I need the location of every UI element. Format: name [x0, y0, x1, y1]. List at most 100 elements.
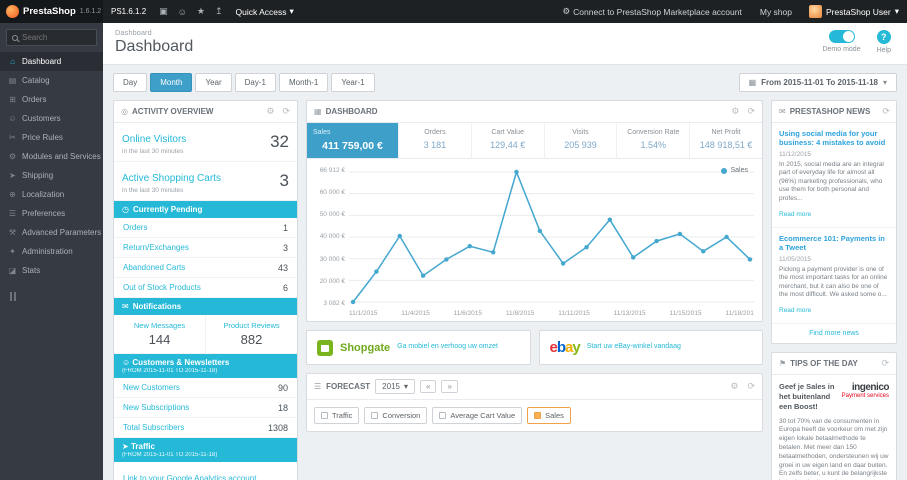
kpi-tile[interactable]: Net Profit 148 918,51 €: [690, 123, 762, 158]
shopgate-ad-link[interactable]: Ga mobiel en verhoog uw omzet: [397, 343, 498, 352]
forecast-prev-button[interactable]: «: [419, 380, 437, 393]
row-link[interactable]: Orders: [123, 223, 147, 232]
google-analytics-link[interactable]: Link to your Google Analytics account: [123, 474, 256, 480]
sidebar: ⌂ Dashboard ▤ Catalog ⊞ Orders ☺ Custome…: [0, 23, 103, 480]
sidebar-item[interactable]: ➤ Shipping: [0, 166, 103, 185]
find-more-news-link[interactable]: Find more news: [772, 324, 896, 343]
period-button[interactable]: Day-1: [234, 73, 276, 92]
kpi-tile[interactable]: Conversion Rate 1.54%: [617, 123, 691, 158]
refresh-icon[interactable]: ⟳: [747, 106, 755, 117]
sidebar-item[interactable]: ✦ Administration: [0, 242, 103, 261]
kpi-label: Cart Value: [491, 129, 524, 136]
sidebar-item-label: Administration: [22, 247, 73, 256]
chart-legend[interactable]: Sales: [721, 167, 748, 174]
page-header: Dashboard Dashboard Demo mode ? Help: [103, 23, 907, 65]
row-link[interactable]: Return/Exchanges: [123, 243, 189, 252]
read-more-link[interactable]: Read more: [779, 211, 811, 218]
upload-icon[interactable]: ↥: [215, 6, 223, 17]
sidebar-item[interactable]: ⚙ Modules and Services: [0, 147, 103, 166]
kpi-tile[interactable]: Orders 3 181: [399, 123, 472, 158]
period-button[interactable]: Month-1: [278, 73, 329, 92]
demo-mode-toggle[interactable]: Demo mode: [822, 30, 861, 54]
forecast-next-button[interactable]: »: [441, 380, 458, 393]
row-link[interactable]: New Subscriptions: [123, 403, 189, 412]
help-button[interactable]: ? Help: [877, 30, 891, 54]
traffic-header: ➤ Traffic (FROM 2015-11-01 TO 2015-11-18…: [114, 438, 297, 462]
forecast-metric-chip[interactable]: Traffic: [314, 407, 360, 424]
forecast-metric-chip[interactable]: Average Cart Value: [432, 407, 523, 424]
cart-icon[interactable]: ▣: [159, 6, 168, 17]
y-tick-label: 50 000 €: [319, 211, 345, 219]
search-input[interactable]: [22, 33, 90, 42]
star-icon[interactable]: ★: [197, 6, 205, 17]
sidebar-item[interactable]: ☺ Customers: [0, 109, 103, 128]
refresh-icon[interactable]: ⟳: [881, 358, 889, 369]
gear-icon[interactable]: ⚙: [266, 106, 274, 117]
kpi-label: Net Profit: [711, 129, 741, 136]
menu-icon: ✦: [9, 247, 16, 256]
refresh-icon[interactable]: ⟳: [882, 106, 890, 117]
menu-icon: ☺: [8, 114, 17, 123]
article-title-link[interactable]: Ecommerce 101: Payments in a Tweet: [779, 234, 889, 253]
row-link[interactable]: Total Subscribers: [123, 423, 184, 432]
toggle-switch[interactable]: [828, 30, 855, 43]
sidebar-item[interactable]: ⌂ Dashboard: [0, 52, 103, 71]
customers-icon[interactable]: ☺: [178, 7, 187, 17]
y-tick-label: 66 912 €: [319, 167, 345, 174]
kpi-label: Orders: [424, 129, 446, 136]
notification-cell[interactable]: New Messages 144: [114, 315, 205, 353]
refresh-icon[interactable]: ⟳: [282, 106, 290, 117]
marketplace-connect-link[interactable]: ⚙ Connect to PrestaShop Marketplace acco…: [563, 6, 742, 17]
x-tick-label: 11/11/2015: [558, 310, 590, 317]
news-icon: ✉: [779, 107, 786, 116]
shopgate-ad[interactable]: Shopgate Ga mobiel en verhoog uw omzet: [306, 330, 531, 365]
notification-cell[interactable]: Product Reviews 882: [205, 315, 297, 353]
prestashop-logo[interactable]: PrestaShop 1.6.1.2: [0, 0, 103, 23]
period-button[interactable]: Day: [113, 73, 148, 92]
chevron-down-icon: ▾: [289, 6, 294, 16]
breadcrumb[interactable]: Dashboard: [115, 28, 895, 37]
period-button[interactable]: Month: [150, 73, 193, 92]
collapse-sidebar-button[interactable]: [10, 292, 93, 301]
quick-access-menu[interactable]: Quick Access ▾: [235, 6, 293, 17]
online-visitors-link[interactable]: Online Visitors: [122, 134, 186, 145]
ebay-ad-link[interactable]: Start uw eBay-winkel vandaag: [587, 343, 681, 352]
row-value: 1308: [267, 422, 288, 433]
list-item: New Subscriptions 18: [114, 398, 297, 418]
my-shop-link[interactable]: My shop: [760, 7, 792, 17]
sidebar-item[interactable]: ⚒ Advanced Parameters: [0, 223, 103, 242]
gear-icon[interactable]: ⚙: [730, 381, 738, 392]
active-carts-link[interactable]: Active Shopping Carts: [122, 173, 221, 184]
notifications-header: ✉ Notifications: [114, 298, 297, 315]
kpi-tile[interactable]: Cart Value 129,44 €: [472, 123, 545, 158]
sidebar-item[interactable]: ⊕ Localization: [0, 185, 103, 204]
sidebar-item[interactable]: ⊞ Orders: [0, 90, 103, 109]
currently-pending-title: Currently Pending: [132, 205, 203, 214]
read-more-link[interactable]: Read more: [779, 307, 811, 314]
kpi-tile[interactable]: Visits 205 939: [545, 123, 618, 158]
forecast-year-select[interactable]: 2015 ▾: [375, 379, 415, 394]
date-range-button[interactable]: ▦ From 2015-11-01 To 2015-11-18 ▾: [738, 73, 897, 92]
row-link[interactable]: Out of Stock Products: [123, 283, 201, 292]
forecast-metric-chip[interactable]: Sales: [527, 407, 571, 424]
gear-icon[interactable]: ⚙: [731, 106, 739, 117]
row-link[interactable]: New Customers: [123, 383, 180, 392]
refresh-icon[interactable]: ⟳: [747, 381, 755, 392]
row-link[interactable]: Abandoned Carts: [123, 263, 185, 272]
sidebar-item[interactable]: ☰ Preferences: [0, 204, 103, 223]
sidebar-item[interactable]: ▤ Catalog: [0, 71, 103, 90]
topbar: PrestaShop 1.6.1.2 PS1.6.1.2 ▣ ☺ ★ ↥ Qui…: [0, 0, 907, 23]
period-button[interactable]: Year-1: [331, 73, 375, 92]
kpi-value: 148 918,51 €: [699, 140, 753, 150]
sidebar-search[interactable]: [6, 29, 97, 46]
user-menu[interactable]: PrestaShop User ▾: [808, 5, 899, 18]
sidebar-item[interactable]: ✂ Price Rules: [0, 128, 103, 147]
ebay-ad[interactable]: ebay Start uw eBay-winkel vandaag: [538, 330, 763, 365]
forecast-metric-chip[interactable]: Conversion: [364, 407, 428, 424]
kpi-tile[interactable]: Sales 411 759,00 €: [307, 123, 399, 158]
article-title-link[interactable]: Using social media for your business: 4 …: [779, 129, 889, 148]
period-buttons: Day Month Year Day-1 Month-1 Year-1: [113, 73, 375, 92]
sidebar-item[interactable]: ◪ Stats: [0, 261, 103, 280]
news-article: Ecommerce 101: Payments in a Tweet 11/05…: [772, 228, 896, 325]
period-button[interactable]: Year: [195, 73, 232, 92]
